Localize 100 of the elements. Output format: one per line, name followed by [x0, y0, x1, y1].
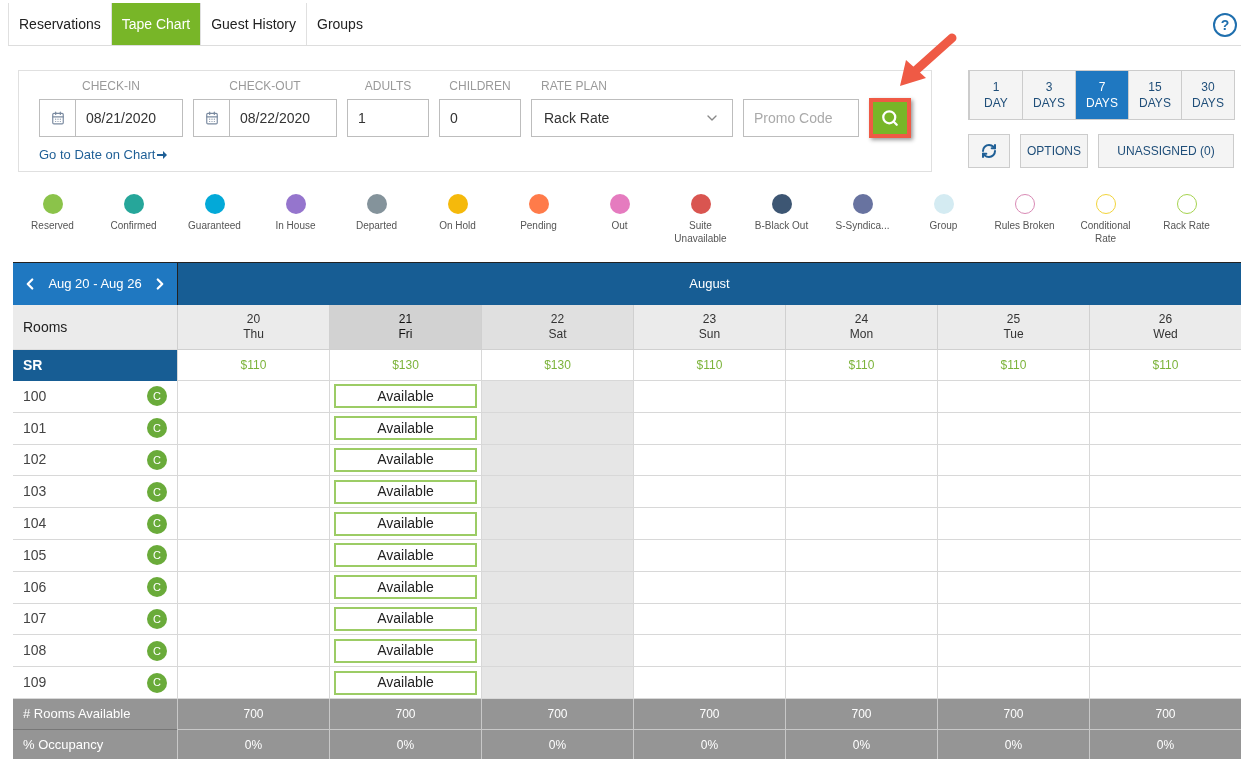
- rate-plan-select[interactable]: Rack Rate: [531, 99, 733, 137]
- refresh-icon: [981, 143, 997, 159]
- grid-cell[interactable]: [177, 381, 329, 413]
- grid-cell[interactable]: [633, 603, 785, 636]
- room-number: 108: [23, 641, 47, 661]
- grid-cell[interactable]: [1089, 444, 1241, 477]
- grid-cell[interactable]: [633, 667, 785, 699]
- date-field[interactable]: 08/22/2020: [193, 99, 337, 137]
- day-range-button[interactable]: 7 DAYS: [1075, 71, 1128, 119]
- grid-cell[interactable]: [785, 412, 937, 445]
- grid-cell[interactable]: [937, 540, 1089, 572]
- grid-cell[interactable]: [633, 381, 785, 413]
- room-number: 106: [23, 577, 47, 597]
- room-type: SR: [13, 350, 177, 381]
- grid-cell[interactable]: [1089, 508, 1241, 540]
- footer-label: # Rooms Available: [13, 698, 177, 730]
- grid-cell[interactable]: [481, 635, 633, 668]
- grid-cell[interactable]: [633, 571, 785, 604]
- grid-cell[interactable]: [177, 571, 329, 604]
- footer-cell: 700: [1089, 698, 1241, 730]
- footer-label: % Occupancy: [13, 729, 177, 759]
- search-button[interactable]: [869, 98, 911, 138]
- grid-cell[interactable]: [177, 508, 329, 540]
- grid-cell[interactable]: [177, 412, 329, 445]
- help-button[interactable]: ?: [1213, 13, 1237, 37]
- refresh-button[interactable]: [968, 134, 1010, 168]
- grid-cell[interactable]: [937, 667, 1089, 699]
- grid-cell[interactable]: [1089, 540, 1241, 572]
- field-label: RATE PLAN: [541, 78, 607, 95]
- grid-cell[interactable]: [785, 508, 937, 540]
- legend-label: Pending: [519, 219, 558, 232]
- grid-cell[interactable]: [785, 540, 937, 572]
- unassigned-button[interactable]: UNASSIGNED (0): [1098, 134, 1234, 168]
- day-range-button[interactable]: 15 DAYS: [1128, 71, 1181, 119]
- grid-cell[interactable]: [937, 635, 1089, 668]
- grid-cell[interactable]: [1089, 476, 1241, 509]
- calendar-icon: [204, 111, 219, 125]
- options-button[interactable]: OPTIONS: [1020, 134, 1088, 168]
- grid-cell[interactable]: [1089, 412, 1241, 445]
- grid-cell[interactable]: [633, 412, 785, 445]
- grid-cell[interactable]: [937, 381, 1089, 413]
- grid-cell[interactable]: [177, 444, 329, 477]
- grid-cell[interactable]: [937, 476, 1089, 509]
- day-range-button[interactable]: 30 DAYS: [1181, 71, 1234, 119]
- footer-cell: 0%: [1089, 729, 1241, 759]
- month-header: August: [177, 263, 1241, 305]
- room-number: 102: [23, 450, 47, 470]
- grid-cell[interactable]: [481, 508, 633, 540]
- grid-cell[interactable]: [481, 571, 633, 604]
- day-range-button[interactable]: 3 DAYS: [1022, 71, 1075, 119]
- grid-cell[interactable]: [1089, 667, 1241, 699]
- legend-label: Conditional Rate: [1079, 219, 1132, 245]
- grid-cell[interactable]: [481, 444, 633, 477]
- grid-cell[interactable]: [785, 476, 937, 509]
- grid-cell[interactable]: [1089, 571, 1241, 604]
- grid-cell[interactable]: [1089, 635, 1241, 668]
- grid-cell[interactable]: [1089, 603, 1241, 636]
- grid-cell[interactable]: [785, 381, 937, 413]
- field-label: ADULTS: [364, 78, 412, 95]
- date-field[interactable]: 08/21/2020: [39, 99, 183, 137]
- grid-cell[interactable]: [481, 412, 633, 445]
- legend-label: S-Syndica...: [834, 219, 891, 232]
- grid-cell[interactable]: [785, 571, 937, 604]
- grid-cell[interactable]: [937, 571, 1089, 604]
- grid-cell[interactable]: [633, 540, 785, 572]
- grid-cell[interactable]: [177, 635, 329, 668]
- grid-cell[interactable]: [481, 667, 633, 699]
- grid-cell[interactable]: [481, 603, 633, 636]
- promo-code-field[interactable]: Promo Code: [743, 99, 859, 137]
- grid-cell[interactable]: [633, 476, 785, 509]
- day-range-button[interactable]: 1 DAY: [969, 71, 1022, 119]
- grid-cell[interactable]: [937, 444, 1089, 477]
- grid-cell[interactable]: [177, 540, 329, 572]
- number-field[interactable]: 1: [347, 99, 429, 137]
- grid-cell[interactable]: [785, 667, 937, 699]
- grid-cell[interactable]: [633, 444, 785, 477]
- go-to-date-link[interactable]: Go to Date on Chart: [39, 145, 156, 165]
- grid-cell[interactable]: [633, 635, 785, 668]
- grid-cell[interactable]: [785, 444, 937, 477]
- grid-cell[interactable]: [785, 603, 937, 636]
- room-status-badge: C: [147, 608, 167, 629]
- grid-cell[interactable]: [785, 635, 937, 668]
- field-label: CHILDREN: [449, 78, 511, 95]
- grid-cell[interactable]: [1089, 381, 1241, 413]
- grid-cell[interactable]: [177, 667, 329, 699]
- grid-cell[interactable]: [481, 381, 633, 413]
- grid-cell[interactable]: [177, 476, 329, 509]
- arrow-right-icon: [157, 150, 168, 159]
- grid-cell[interactable]: [177, 603, 329, 636]
- grid-cell[interactable]: [937, 603, 1089, 636]
- grid-cell[interactable]: [481, 540, 633, 572]
- footer-cell: 700: [633, 698, 785, 730]
- grid-cell[interactable]: [633, 508, 785, 540]
- grid-cell[interactable]: [937, 412, 1089, 445]
- grid-cell[interactable]: [937, 508, 1089, 540]
- room-status-badge: C: [147, 545, 167, 566]
- day-header: 21 Fri: [329, 305, 481, 350]
- number-field[interactable]: 0: [439, 99, 521, 137]
- grid-cell[interactable]: [481, 476, 633, 509]
- search-icon: [881, 109, 899, 127]
